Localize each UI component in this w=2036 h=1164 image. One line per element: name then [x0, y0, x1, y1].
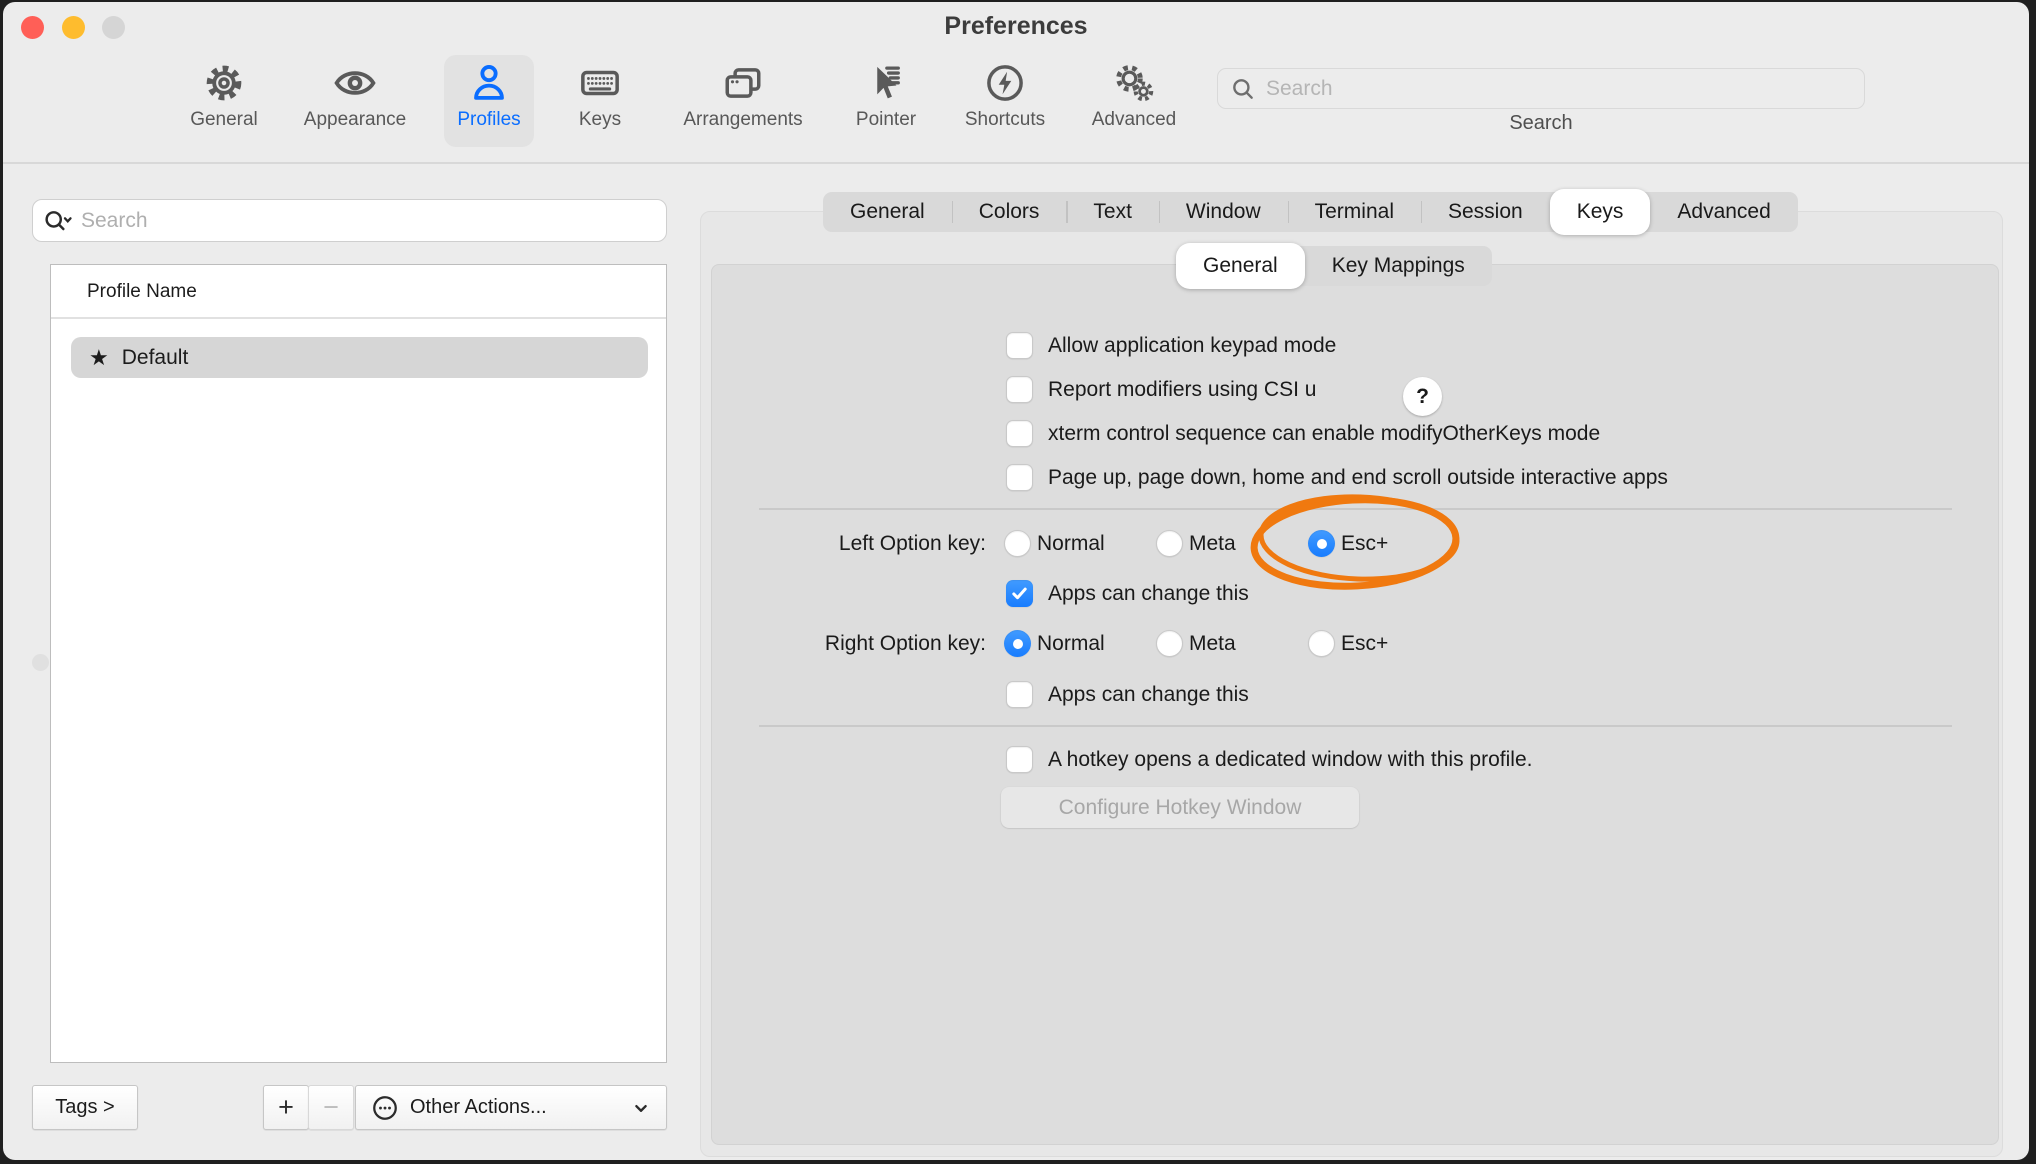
circle-ellipsis-icon: [370, 1093, 400, 1123]
keys-general-panel: [711, 264, 1999, 1145]
tab-window[interactable]: Window: [1159, 192, 1288, 232]
toolbar-item-advanced[interactable]: Advanced: [1054, 59, 1214, 131]
checkbox-label: Page up, page down, home and end scroll …: [1048, 464, 1668, 491]
search-icon: [1230, 76, 1256, 102]
checkbox-csi-u[interactable]: [1006, 376, 1033, 403]
window-title: Preferences: [3, 12, 2029, 41]
toolbar-search-input[interactable]: [1266, 77, 1852, 101]
profile-search-field[interactable]: [32, 199, 667, 242]
radio-label: Meta: [1189, 630, 1236, 657]
radio-label: Normal: [1037, 530, 1105, 557]
toolbar-item-label: Arrangements: [663, 109, 823, 131]
add-profile-button[interactable]: +: [263, 1085, 309, 1130]
checkbox-page-scroll[interactable]: [1006, 464, 1033, 491]
checkbox-label: A hotkey opens a dedicated window with t…: [1048, 746, 1532, 773]
radio-label: Esc+: [1341, 530, 1388, 557]
tags-button[interactable]: Tags >: [32, 1085, 138, 1130]
checkbox-label: xterm control sequence can enable modify…: [1048, 420, 1600, 447]
sidebar-edge-dot: [32, 654, 49, 671]
preferences-window: Preferences General Appearance: [3, 2, 2029, 1160]
radio-right-option-esc[interactable]: [1308, 630, 1335, 657]
other-actions-dropdown[interactable]: Other Actions...: [355, 1085, 667, 1130]
other-actions-label: Other Actions...: [410, 1096, 547, 1119]
profile-name: Default: [122, 346, 189, 370]
checkbox-label: Apps can change this: [1048, 681, 1249, 708]
toolbar-item-arrangements[interactable]: Arrangements: [663, 59, 823, 131]
toolbar-divider: [3, 162, 2029, 164]
checkbox-modify-other-keys[interactable]: [1006, 420, 1033, 447]
profile-row-default[interactable]: ★ Default: [71, 337, 648, 378]
checkbox-hotkey-window[interactable]: [1006, 746, 1033, 773]
tags-button-label: Tags >: [55, 1096, 114, 1119]
profile-list: Profile Name ★ Default: [50, 264, 667, 1063]
checkbox-left-apps-can-change[interactable]: [1006, 580, 1033, 607]
toolbar-item-label: Keys: [520, 109, 680, 131]
minus-icon: −: [323, 1092, 339, 1123]
subtab-key-mappings[interactable]: Key Mappings: [1305, 246, 1492, 286]
gears-icon: [1054, 59, 1214, 107]
toolbar-search-field[interactable]: [1217, 68, 1865, 109]
chevron-down-icon: [630, 1097, 652, 1119]
toolbar-search-label: Search: [1217, 112, 1865, 135]
subtab-general[interactable]: General: [1176, 243, 1305, 289]
radio-label: Meta: [1189, 530, 1236, 557]
checkbox-label: Allow application keypad mode: [1048, 332, 1336, 359]
tab-text[interactable]: Text: [1066, 192, 1159, 232]
section-divider: [759, 725, 1952, 727]
search-scope-icon: [43, 207, 73, 235]
checkbox-right-apps-can-change[interactable]: [1006, 681, 1033, 708]
help-button[interactable]: ?: [1403, 377, 1442, 416]
radio-right-option-meta[interactable]: [1156, 630, 1183, 657]
remove-profile-button[interactable]: −: [308, 1085, 354, 1130]
list-header-divider: [51, 317, 666, 319]
right-option-key-label: Right Option key:: [703, 630, 986, 657]
left-option-key-label: Left Option key:: [703, 530, 986, 557]
tab-session[interactable]: Session: [1421, 192, 1550, 232]
profile-list-header: Profile Name: [87, 281, 197, 303]
plus-icon: +: [278, 1092, 294, 1123]
toolbar-item-keys[interactable]: Keys: [520, 59, 680, 131]
keyboard-icon: [520, 59, 680, 107]
tab-colors[interactable]: Colors: [952, 192, 1067, 232]
checkmark-icon: [1009, 583, 1030, 604]
tab-keys[interactable]: Keys: [1550, 189, 1651, 235]
tab-general[interactable]: General: [823, 192, 952, 232]
keys-subtab-bar: General Key Mappings: [1176, 246, 1492, 286]
configure-hotkey-label: Configure Hotkey Window: [1059, 796, 1302, 820]
tab-advanced[interactable]: Advanced: [1650, 192, 1797, 232]
radio-left-option-esc[interactable]: [1308, 530, 1335, 557]
checkbox-label: Apps can change this: [1048, 580, 1249, 607]
profile-search-input[interactable]: [81, 209, 656, 233]
question-mark-icon: ?: [1416, 385, 1429, 409]
radio-right-option-normal[interactable]: [1004, 630, 1031, 657]
profile-tab-bar: General Colors Text Window Terminal Sess…: [823, 192, 1798, 232]
section-divider: [759, 508, 1952, 510]
checkbox-label: Report modifiers using CSI u: [1048, 376, 1316, 403]
windows-icon: [663, 59, 823, 107]
radio-left-option-meta[interactable]: [1156, 530, 1183, 557]
radio-left-option-normal[interactable]: [1004, 530, 1031, 557]
toolbar-item-label: Advanced: [1054, 109, 1214, 131]
radio-label: Normal: [1037, 630, 1105, 657]
radio-label: Esc+: [1341, 630, 1388, 657]
tab-terminal[interactable]: Terminal: [1288, 192, 1421, 232]
configure-hotkey-window-button[interactable]: Configure Hotkey Window: [1001, 787, 1359, 828]
checkbox-keypad-mode[interactable]: [1006, 332, 1033, 359]
star-icon: ★: [89, 345, 109, 371]
